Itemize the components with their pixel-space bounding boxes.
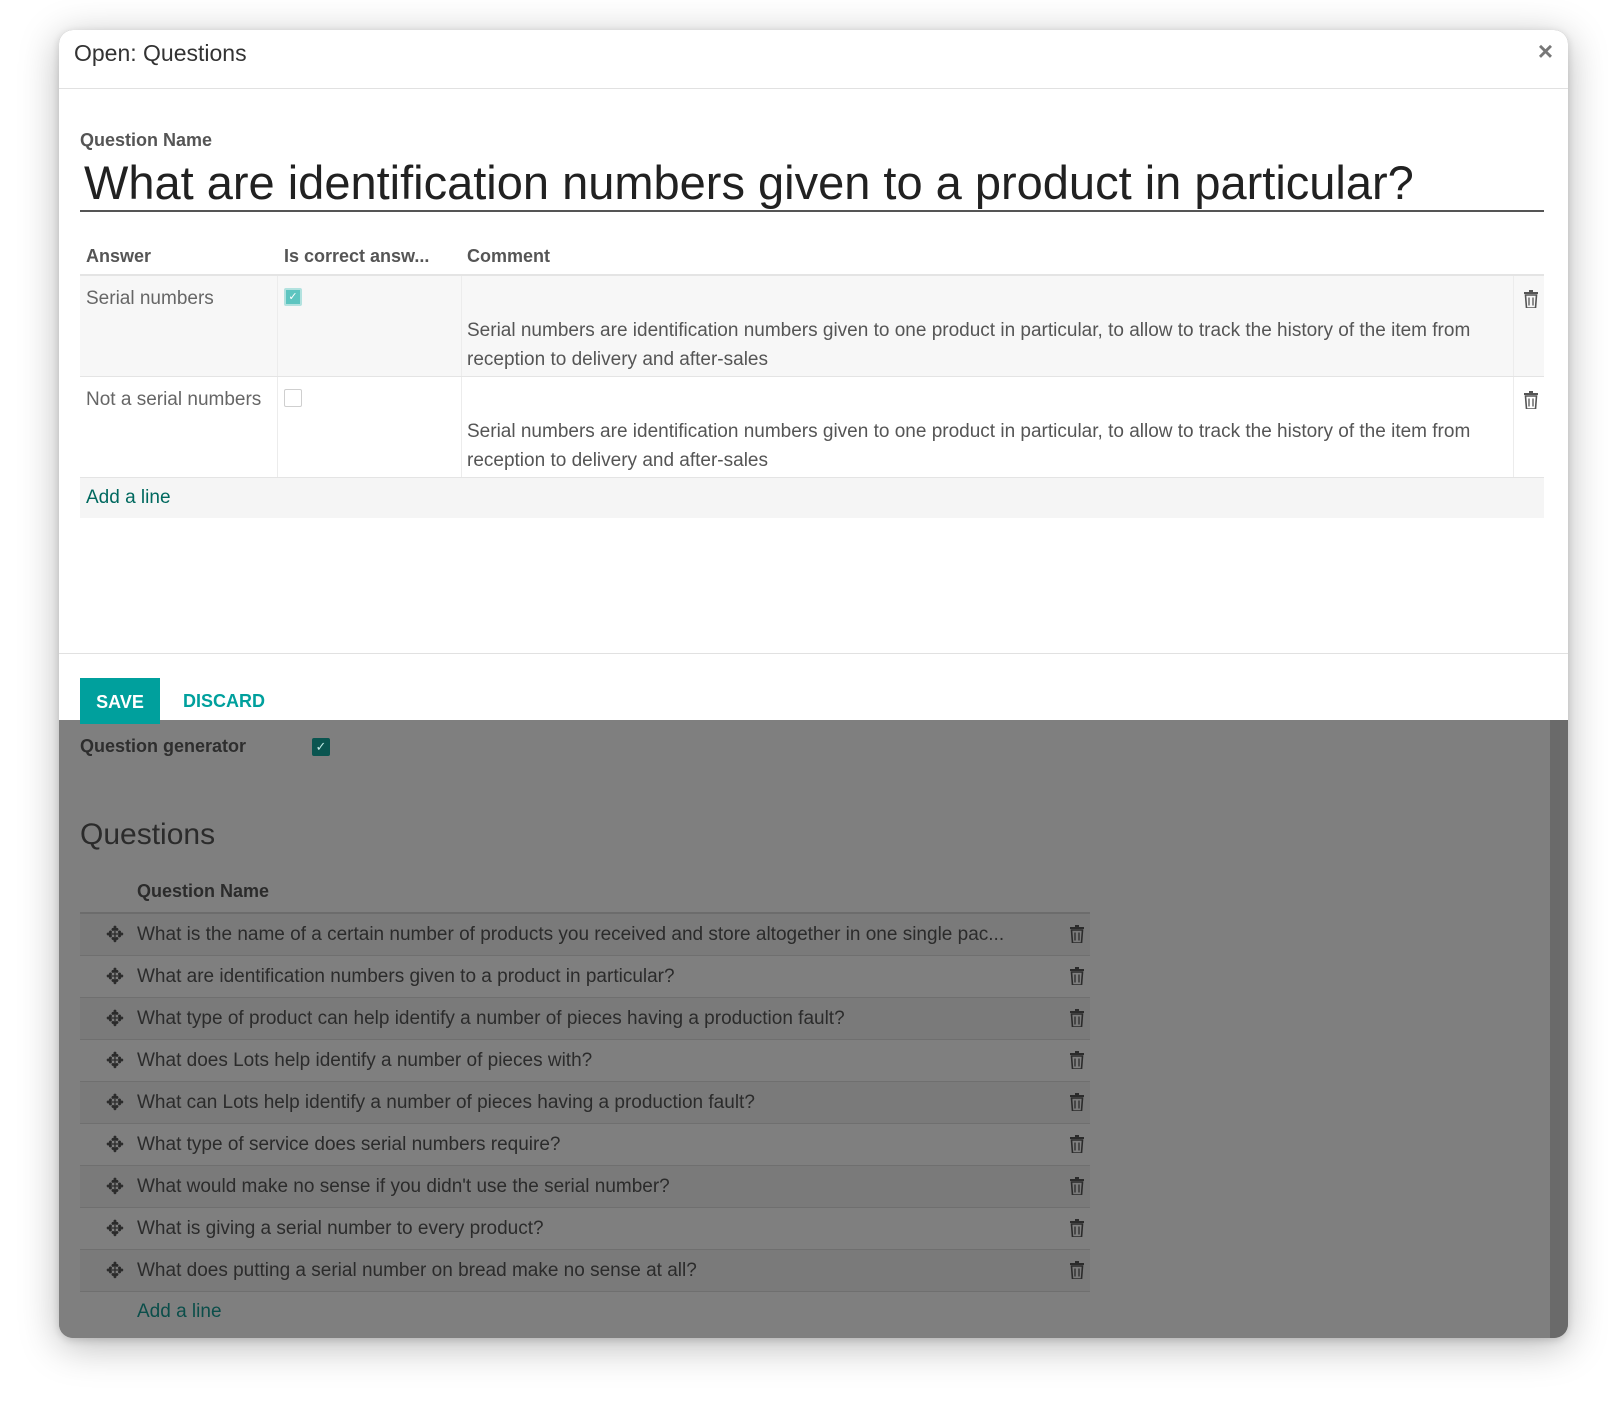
drag-handle-icon[interactable]: ✥ — [103, 1250, 127, 1291]
question-name-label: Question Name — [80, 130, 213, 150]
drag-handle-icon[interactable]: ✥ — [103, 998, 127, 1039]
answer-text[interactable]: Serial numbers — [86, 288, 214, 310]
table-row[interactable]: ✥ What is the name of a certain number of… — [80, 914, 1090, 956]
questions-add-line-link[interactable]: Add a line — [80, 1292, 1090, 1332]
table-row[interactable]: ✥ What would make no sense if you didn't … — [80, 1166, 1090, 1208]
question-name-cell[interactable]: What can Lots help identify a number of … — [137, 1082, 1046, 1123]
question-name-cell[interactable]: What type of product can help identify a… — [137, 998, 1046, 1039]
table-row[interactable]: ✥ What type of product can help identify … — [80, 998, 1090, 1040]
is-correct-checkbox[interactable]: ✓ — [284, 288, 302, 306]
table-row[interactable]: ✥ What does putting a serial number on br… — [80, 1250, 1090, 1292]
table-row[interactable]: ✥ What are identification numbers given t… — [80, 956, 1090, 998]
question-name-cell[interactable]: What type of service does serial numbers… — [137, 1124, 1046, 1165]
answer-comment[interactable]: Serial numbers are identification number… — [467, 316, 1487, 374]
question-name-cell[interactable]: What is the name of a certain number of … — [137, 914, 1046, 955]
discard-button[interactable]: DISCARD — [183, 678, 265, 724]
table-row[interactable]: ✥ What can Lots help identify a number of… — [80, 1082, 1090, 1124]
question-name-cell[interactable]: What does Lots help identify a number of… — [137, 1040, 1046, 1081]
drag-handle-icon[interactable]: ✥ — [103, 956, 127, 997]
table-row[interactable]: ✥ What is giving a serial number to every… — [80, 1208, 1090, 1250]
questions-column-header: Question Name — [80, 870, 1090, 914]
drag-handle-icon[interactable]: ✥ — [103, 1208, 127, 1249]
drag-handle-icon[interactable]: ✥ — [103, 1124, 127, 1165]
save-button[interactable]: SAVE — [80, 678, 160, 724]
questions-section-title: Questions — [80, 818, 216, 851]
trash-icon[interactable] — [1070, 967, 1084, 985]
table-row[interactable]: ✥ What does Lots help identify a number o… — [80, 1040, 1090, 1082]
modal-footer: SAVE DISCARD — [59, 653, 1568, 724]
trash-icon[interactable] — [1070, 1219, 1084, 1237]
answer-row[interactable]: Serial numbers ✓ Serial numbers are iden… — [80, 276, 1544, 377]
background-scrollbar[interactable] — [1550, 720, 1568, 1338]
answer-comment[interactable]: Serial numbers are identification number… — [467, 417, 1487, 475]
trash-icon[interactable] — [1070, 1135, 1084, 1153]
trash-icon[interactable] — [1070, 1009, 1084, 1027]
trash-icon[interactable] — [1524, 290, 1538, 308]
question-name-cell[interactable]: What does putting a serial number on bre… — [137, 1250, 1046, 1291]
trash-icon[interactable] — [1070, 1261, 1084, 1279]
answers-table-header: Answer Is correct answ... Comment — [80, 238, 1544, 276]
question-name-cell[interactable]: What is giving a serial number to every … — [137, 1208, 1046, 1249]
question-modal: Open: Questions × Question Name Answer I… — [59, 30, 1568, 724]
trash-icon[interactable] — [1070, 1177, 1084, 1195]
question-generator-label: Question generator — [80, 736, 247, 756]
modal-header: Open: Questions × — [59, 30, 1568, 89]
question-generator-checkbox[interactable]: ✓ — [312, 738, 330, 756]
answer-column-header[interactable]: Answer — [86, 246, 151, 267]
drag-handle-icon[interactable]: ✥ — [103, 914, 127, 955]
trash-icon[interactable] — [1524, 391, 1538, 409]
drag-handle-icon[interactable]: ✥ — [103, 1040, 127, 1081]
background-form: Question generator ✓ Questions Question … — [59, 720, 1550, 1338]
answers-table: Answer Is correct answ... Comment Serial… — [80, 238, 1544, 518]
question-name-cell[interactable]: What would make no sense if you didn't u… — [137, 1166, 1046, 1207]
modal-title: Open: Questions — [74, 40, 247, 66]
is-correct-checkbox[interactable] — [284, 389, 302, 407]
app-window: Question generator ✓ Questions Question … — [59, 30, 1568, 1338]
trash-icon[interactable] — [1070, 925, 1084, 943]
close-icon[interactable]: × — [1538, 36, 1553, 67]
drag-handle-icon[interactable]: ✥ — [103, 1166, 127, 1207]
table-row[interactable]: ✥ What type of service does serial number… — [80, 1124, 1090, 1166]
questions-table: Question Name ✥ What is the name of a cer… — [80, 870, 1090, 1332]
question-name-cell[interactable]: What are identification numbers given to… — [137, 956, 1046, 997]
answer-text[interactable]: Not a serial numbers — [86, 389, 261, 411]
is-correct-column-header[interactable]: Is correct answ... — [284, 246, 429, 267]
answer-row[interactable]: Not a serial numbers Serial numbers are … — [80, 377, 1544, 478]
question-name-input[interactable] — [80, 154, 1544, 212]
comment-column-header[interactable]: Comment — [467, 246, 550, 267]
answers-add-line-link[interactable]: Add a line — [80, 478, 1544, 518]
drag-handle-icon[interactable]: ✥ — [103, 1082, 127, 1123]
trash-icon[interactable] — [1070, 1051, 1084, 1069]
trash-icon[interactable] — [1070, 1093, 1084, 1111]
